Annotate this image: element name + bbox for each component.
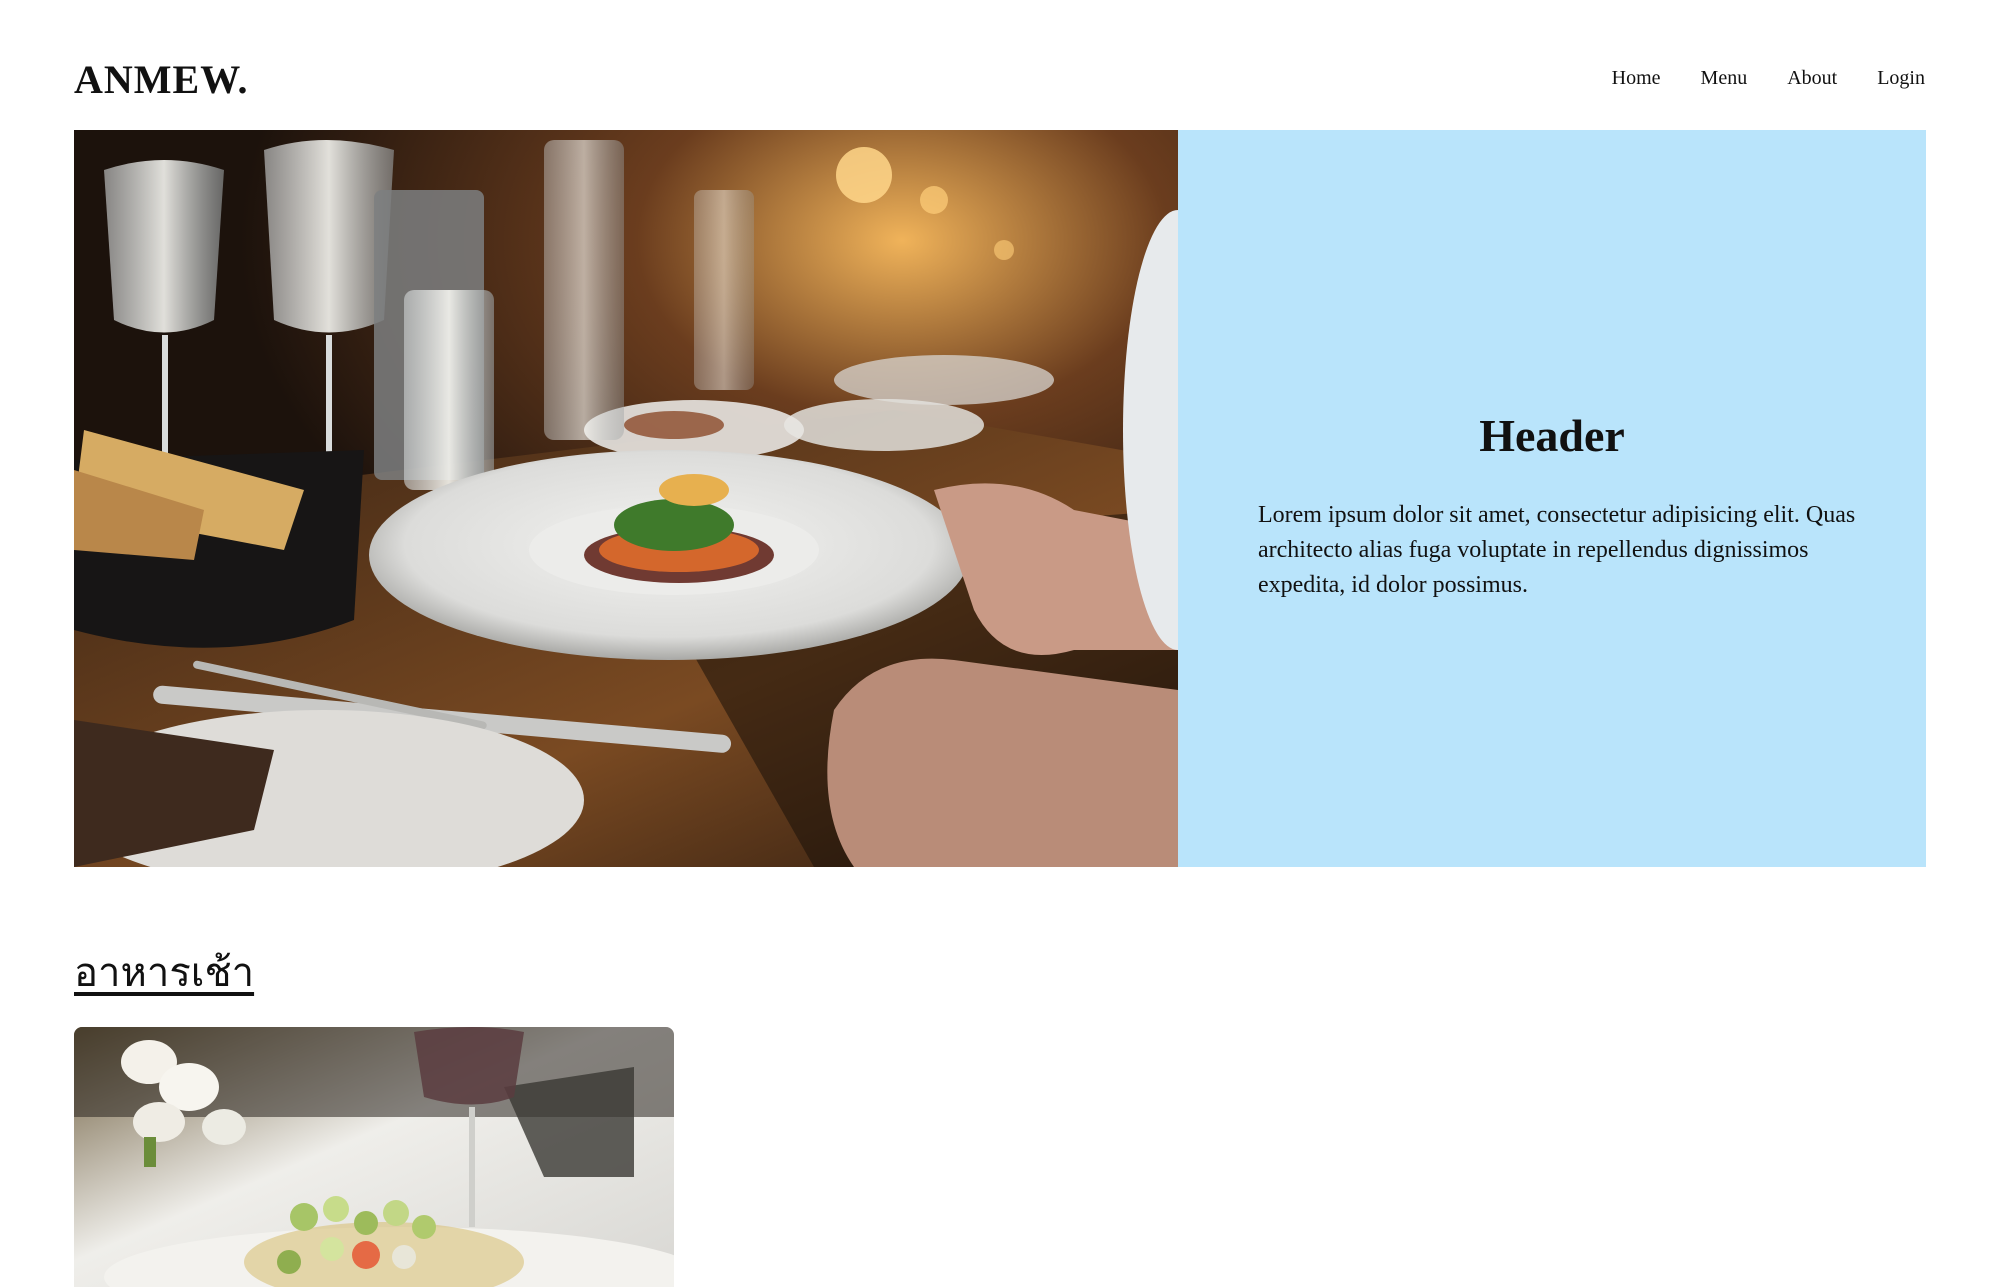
food-card-image[interactable] [74, 1027, 674, 1287]
nav-menu-link[interactable]: Menu [1701, 67, 1748, 90]
page: ANMEW. Home Menu About Login Header Lore… [0, 0, 2001, 1287]
hero-text-panel: Header Lorem ipsum dolor sit amet, conse… [1178, 130, 1926, 867]
header-bar: ANMEW. Home Menu About Login [74, 56, 1925, 106]
hero-description: Lorem ipsum dolor sit amet, consectetur … [1258, 502, 1856, 598]
hero-title: Header [1479, 410, 1625, 461]
nav-about-link[interactable]: About [1787, 67, 1837, 90]
hero-section: Header Lorem ipsum dolor sit amet, conse… [74, 130, 1926, 867]
brand-logo[interactable]: ANMEW. [74, 56, 249, 103]
section-title-breakfast[interactable]: อาหารเช้า [74, 940, 254, 1004]
nav-login-link[interactable]: Login [1877, 67, 1925, 90]
main-nav: Home Menu About Login [1612, 67, 1925, 90]
hero-restaurant-photo [74, 130, 1178, 867]
nav-home-link[interactable]: Home [1612, 67, 1661, 90]
